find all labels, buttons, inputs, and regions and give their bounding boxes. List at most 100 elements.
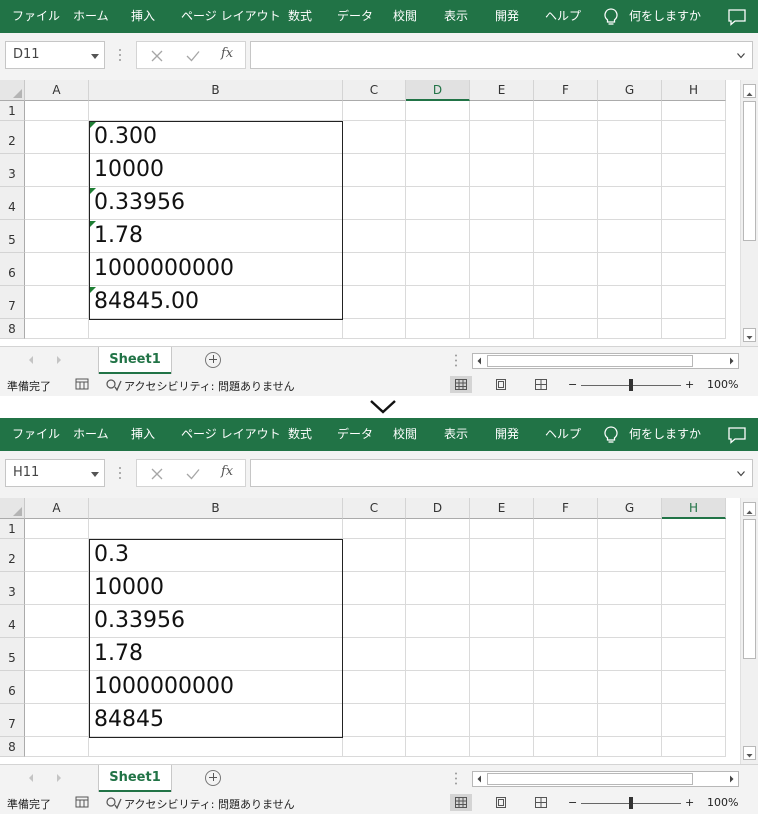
row-header-4[interactable]: 4 [0,605,25,638]
zoom-slider-thumb[interactable] [629,379,633,391]
row-header-5[interactable]: 5 [0,638,25,671]
check-icon[interactable] [184,47,202,65]
row-header-3[interactable]: 3 [0,154,25,187]
cell[interactable] [534,121,598,154]
zoom-in-button[interactable]: + [685,378,694,391]
horizontal-scrollbar[interactable] [472,353,739,369]
cell[interactable] [534,572,598,605]
ribbon-tab[interactable]: 表示 [444,0,468,33]
column-header-g[interactable]: G [598,80,662,101]
ribbon-tab[interactable]: 開発 [495,418,519,451]
cell[interactable] [534,154,598,187]
cell[interactable] [343,101,406,121]
row-header-7[interactable]: 7 [0,704,25,737]
ribbon-tab[interactable]: ファイル [12,418,60,451]
row-header-4[interactable]: 4 [0,187,25,220]
page-break-view-button[interactable] [530,376,552,393]
cell[interactable] [25,539,89,572]
grip-icon[interactable] [119,466,121,480]
cell[interactable] [25,121,89,154]
cell[interactable] [534,220,598,253]
cell[interactable] [406,572,470,605]
zoom-out-button[interactable]: − [568,796,577,809]
cell[interactable] [598,220,662,253]
row-header-2[interactable]: 2 [0,121,25,154]
cell[interactable] [534,187,598,220]
ribbon-tab[interactable]: データ [337,418,373,451]
cell[interactable] [662,253,726,286]
zoom-level[interactable]: 100% [707,378,738,391]
tell-me-search[interactable]: 何をしますか [629,0,701,33]
cell[interactable] [662,187,726,220]
cell[interactable] [470,704,534,737]
cell[interactable] [470,253,534,286]
ribbon-tab[interactable]: データ [337,0,373,33]
row-header-7[interactable]: 7 [0,286,25,319]
cell[interactable] [406,638,470,671]
cell[interactable] [662,572,726,605]
cell[interactable] [470,519,534,539]
cell[interactable] [343,154,406,187]
cell[interactable] [598,671,662,704]
ribbon-tab[interactable]: ヘルプ [545,418,581,451]
row-header-1[interactable]: 1 [0,101,25,121]
row-header-6[interactable]: 6 [0,671,25,704]
grip-icon[interactable] [119,48,121,62]
chevron-down-icon[interactable] [91,472,99,477]
cell[interactable] [598,638,662,671]
cell[interactable] [534,704,598,737]
check-icon[interactable] [184,465,202,483]
cell[interactable] [89,319,343,339]
accessibility-icon[interactable] [106,796,122,810]
cell[interactable] [534,737,598,757]
zoom-level[interactable]: 100% [707,796,738,809]
chevron-down-icon[interactable] [737,471,745,477]
cell[interactable] [406,121,470,154]
cell[interactable] [662,220,726,253]
cell[interactable] [534,605,598,638]
cell[interactable] [470,220,534,253]
scroll-thumb[interactable] [743,101,756,241]
cell[interactable] [343,737,406,757]
chevron-right-icon[interactable] [727,356,736,366]
cell[interactable] [470,121,534,154]
cell[interactable] [343,220,406,253]
cell[interactable] [343,671,406,704]
page-layout-view-button[interactable] [490,376,512,393]
cell[interactable] [89,101,343,121]
tell-me-search[interactable]: 何をしますか [629,418,701,451]
cell[interactable] [534,286,598,319]
cell[interactable] [343,638,406,671]
row-header-5[interactable]: 5 [0,220,25,253]
scroll-thumb[interactable] [743,519,756,659]
cell[interactable] [470,539,534,572]
column-header-g[interactable]: G [598,498,662,519]
cell[interactable] [470,286,534,319]
cell[interactable] [343,704,406,737]
next-sheet-icon[interactable] [55,773,63,783]
cell[interactable] [343,121,406,154]
vertical-scrollbar[interactable] [740,498,758,764]
cell[interactable] [534,319,598,339]
scroll-down-button[interactable] [743,746,756,760]
previous-sheet-icon[interactable] [27,773,35,783]
row-header-8[interactable]: 8 [0,737,25,757]
cell[interactable] [25,638,89,671]
cell[interactable] [25,519,89,539]
cell[interactable] [534,519,598,539]
next-sheet-icon[interactable] [55,355,63,365]
cell[interactable] [598,572,662,605]
row-header-2[interactable]: 2 [0,539,25,572]
cell[interactable] [662,737,726,757]
cell[interactable] [598,737,662,757]
ribbon-tab[interactable]: ホーム [73,0,109,33]
cell[interactable] [25,572,89,605]
cell[interactable] [343,286,406,319]
cell[interactable] [534,101,598,121]
column-header-h[interactable]: H [662,80,726,101]
cell[interactable] [25,220,89,253]
cell[interactable] [406,737,470,757]
column-header-h[interactable]: H [662,498,726,519]
cell[interactable] [406,539,470,572]
scroll-down-button[interactable] [743,328,756,342]
